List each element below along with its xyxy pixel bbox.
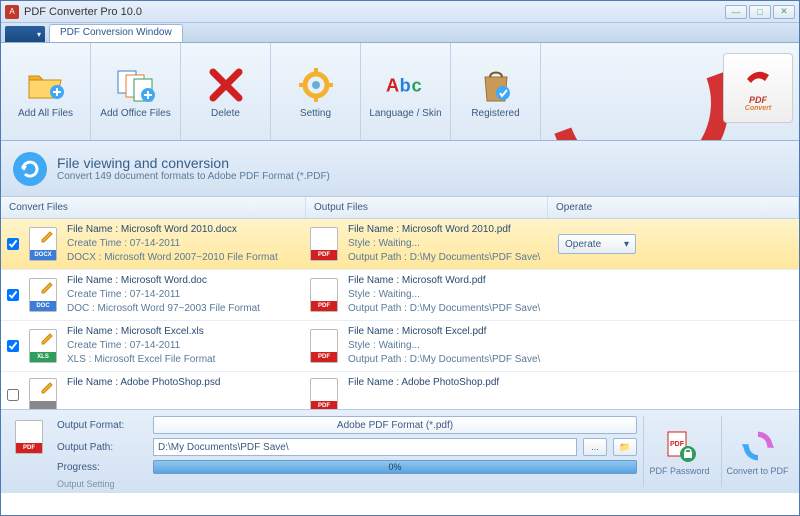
output-file-icon: PDF — [306, 372, 342, 409]
output-setting-link[interactable]: Output Setting — [57, 479, 637, 489]
operate-cell — [548, 270, 793, 320]
source-info: File Name : Microsoft Word 2010.docxCrea… — [61, 219, 306, 269]
table-row[interactable]: XLSFile Name : Microsoft Excel.xlsCreate… — [1, 321, 799, 372]
add-all-files-button[interactable]: Add All Files — [1, 43, 91, 140]
source-file-icon: DOCX — [25, 219, 61, 269]
pdf-logo: PDF Convert — [723, 53, 793, 123]
delete-label: Delete — [211, 108, 240, 119]
output-info: File Name : Microsoft Excel.pdfStyle : W… — [342, 321, 548, 371]
row-checkbox[interactable] — [1, 219, 25, 269]
progress-label: Progress: — [57, 462, 147, 473]
file-list[interactable]: DOCXFile Name : Microsoft Word 2010.docx… — [1, 219, 799, 409]
source-info: File Name : Adobe PhotoShop.psd — [61, 372, 306, 409]
tab-conversion[interactable]: PDF Conversion Window — [49, 24, 183, 42]
abc-icon: Abc — [386, 65, 426, 105]
row-checkbox[interactable] — [1, 321, 25, 371]
pdf-lock-icon: PDF — [662, 428, 698, 464]
pdf-password-button[interactable]: PDF PDF Password — [643, 416, 715, 487]
output-format-select[interactable]: Adobe PDF Format (*.pdf) — [153, 416, 637, 434]
convert-label: Convert to PDF — [726, 466, 788, 476]
gear-icon — [296, 65, 336, 105]
source-file-icon — [25, 372, 61, 409]
output-path-input[interactable] — [153, 438, 577, 456]
operate-dropdown[interactable]: Operate▾ — [558, 234, 636, 254]
table-row[interactable]: File Name : Adobe PhotoShop.psdPDFFile N… — [1, 372, 799, 409]
row-checkbox[interactable] — [1, 270, 25, 320]
setting-label: Setting — [300, 108, 331, 119]
office-add-icon — [116, 65, 156, 105]
folder-add-icon — [26, 65, 66, 105]
output-path-label: Output Path: — [57, 442, 147, 453]
operate-cell — [548, 321, 793, 371]
pdf-password-label: PDF Password — [649, 466, 709, 476]
shopping-bag-icon — [476, 65, 516, 105]
maximize-button[interactable]: □ — [749, 5, 771, 19]
source-info: File Name : Microsoft Word.docCreate Tim… — [61, 270, 306, 320]
add-all-label: Add All Files — [18, 108, 73, 119]
table-row[interactable]: DOCXFile Name : Microsoft Word 2010.docx… — [1, 219, 799, 270]
language-label: Language / Skin — [369, 108, 441, 119]
open-folder-button[interactable]: 📁 — [613, 438, 637, 456]
source-info: File Name : Microsoft Excel.xlsCreate Ti… — [61, 321, 306, 371]
output-info: File Name : Adobe PhotoShop.pdf — [342, 372, 548, 409]
operate-cell: Operate▾ — [548, 219, 793, 269]
svg-text:PDF: PDF — [670, 441, 685, 448]
ribbon-decoration: ? PDF Convert — [541, 43, 799, 140]
table-row[interactable]: DOCFile Name : Microsoft Word.docCreate … — [1, 270, 799, 321]
pdf-format-icon: PDF — [7, 416, 51, 487]
titlebar: A PDF Converter Pro 10.0 — □ ✕ — [1, 1, 799, 23]
svg-text:A: A — [386, 75, 399, 95]
setting-button[interactable]: Setting — [271, 43, 361, 140]
operate-cell — [548, 372, 793, 409]
ribbon: Add All Files Add Office Files Delete Se… — [1, 43, 799, 141]
registered-button[interactable]: Registered — [451, 43, 541, 140]
app-title: PDF Converter Pro 10.0 — [24, 6, 725, 18]
output-file-icon: PDF — [306, 270, 342, 320]
convert-button[interactable]: Convert to PDF — [721, 416, 793, 487]
delete-x-icon — [206, 65, 246, 105]
convert-arrows-icon — [740, 428, 776, 464]
progress-bar: 0% — [153, 460, 637, 474]
bottom-panel: PDF Output Format: Adobe PDF Format (*.p… — [1, 409, 799, 493]
row-checkbox[interactable] — [1, 372, 25, 409]
pdf-logo-text: PDF — [749, 95, 767, 105]
column-headers: Convert Files Output Files Operate — [1, 197, 799, 219]
svg-text:b: b — [399, 75, 410, 95]
output-info: File Name : Microsoft Word.pdfStyle : Wa… — [342, 270, 548, 320]
app-icon: A — [5, 5, 19, 19]
add-office-label: Add Office Files — [100, 108, 170, 119]
banner-title: File viewing and conversion — [57, 155, 330, 171]
col-output-files[interactable]: Output Files — [306, 197, 548, 218]
source-file-icon: XLS — [25, 321, 61, 371]
registered-label: Registered — [471, 108, 519, 119]
banner-subtitle: Convert 149 document formats to Adobe PD… — [57, 171, 330, 182]
tab-strip: PDF Conversion Window — [1, 23, 799, 43]
output-file-icon: PDF — [306, 219, 342, 269]
language-button[interactable]: Abc Language / Skin — [361, 43, 451, 140]
browse-button[interactable]: ... — [583, 438, 607, 456]
col-operate[interactable]: Operate — [548, 197, 799, 218]
add-office-files-button[interactable]: Add Office Files — [91, 43, 181, 140]
output-info: File Name : Microsoft Word 2010.pdfStyle… — [342, 219, 548, 269]
minimize-button[interactable]: — — [725, 5, 747, 19]
pdf-logo-sub: Convert — [745, 105, 771, 112]
delete-button[interactable]: Delete — [181, 43, 271, 140]
svg-text:c: c — [411, 75, 421, 95]
close-button[interactable]: ✕ — [773, 5, 795, 19]
refresh-circle-icon — [13, 152, 47, 186]
output-format-label: Output Format: — [57, 420, 147, 431]
info-banner: File viewing and conversion Convert 149 … — [1, 141, 799, 197]
output-file-icon: PDF — [306, 321, 342, 371]
col-convert-files[interactable]: Convert Files — [1, 197, 306, 218]
source-file-icon: DOC — [25, 270, 61, 320]
app-menu-dropdown[interactable] — [5, 26, 45, 42]
